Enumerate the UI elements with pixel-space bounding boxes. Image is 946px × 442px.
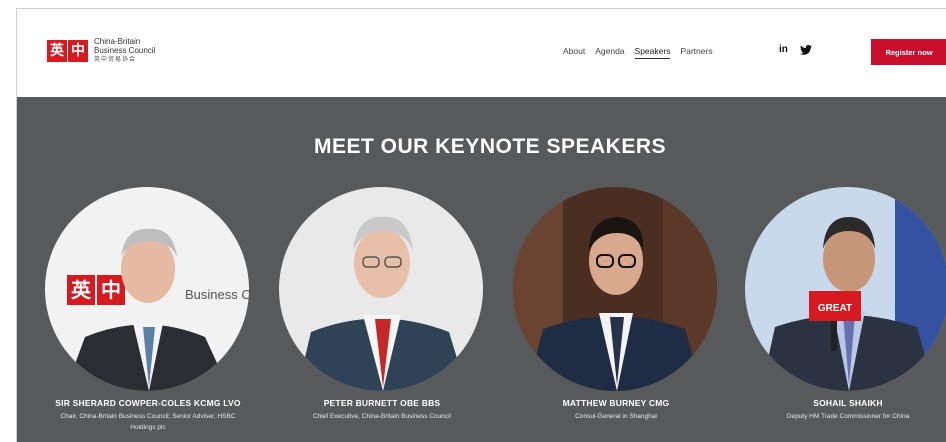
speaker-name: SIR SHERARD COWPER-COLES KCMG LVO [55,398,241,408]
logo-text: China-Britain Business Council 英中贸易协会 [94,37,155,64]
speaker-photo [513,187,717,391]
cbbc-logo[interactable]: 英 中 China-Britain Business Council 英中贸易协… [47,37,155,64]
speaker-card[interactable]: PETER BURNETT OBE BBS Chief Executive, C… [279,187,485,422]
social-links: in [779,44,812,55]
speaker-name: PETER BURNETT OBE BBS [323,398,441,408]
speaker-photo [279,187,483,391]
photo-backdrop-text: Business Council [185,287,249,302]
logo-char-2: 中 [68,39,88,62]
nav-partners[interactable]: Partners [680,46,712,59]
keynote-speakers-section: MEET OUR KEYNOTE SPEAKERS 英 中 Business C… [17,97,946,442]
speaker-role: Chief Executive, China-Britain Business … [312,413,451,420]
logo-line-3: 英中贸易协会 [94,56,137,63]
browser-viewport: 英 中 China-Britain Business Council 英中贸易协… [16,8,946,442]
speaker-card[interactable]: MATTHEW BURNEY CMG Consul-General in Sha… [513,187,719,422]
speaker-name: MATTHEW BURNEY CMG [562,398,670,408]
speaker-role: Deputy HM Trade Commissioner for China [786,413,910,420]
microphone-sign-text: GREAT [818,303,852,314]
speaker-card[interactable]: GREAT SOHAIL SHAIKH Deputy HM Trade Comm… [745,187,946,422]
svg-text:中: 中 [101,278,121,302]
nav-agenda[interactable]: Agenda [595,46,624,59]
svg-text:英: 英 [71,278,92,302]
main-nav: About Agenda Speakers Partners [563,46,713,59]
twitter-icon[interactable] [799,44,812,55]
speaker-name: SOHAIL SHAIKH [813,398,883,408]
logo-line-2: Business Council [94,46,156,55]
speaker-role: Consul-General in Shanghai [575,413,657,420]
logo-mark: 英 中 [47,39,89,62]
site-header: 英 中 China-Britain Business Council 英中贸易协… [17,9,946,97]
linkedin-icon[interactable]: in [779,44,788,55]
logo-char-1: 英 [47,39,67,62]
speaker-role: Chair, China-Britain Business Council; S… [60,413,236,431]
speaker-card[interactable]: 英 中 Business Council SIR SHERARD COWPER-… [45,187,251,433]
speaker-photo: 英 中 Business Council [45,187,249,391]
nav-about[interactable]: About [563,46,585,59]
register-now-button[interactable]: Register now [871,39,946,65]
logo-line-1: China-Britain [94,37,141,46]
nav-speakers[interactable]: Speakers [634,46,671,59]
speaker-photo: GREAT [745,187,946,391]
section-title: MEET OUR KEYNOTE SPEAKERS [313,135,667,158]
